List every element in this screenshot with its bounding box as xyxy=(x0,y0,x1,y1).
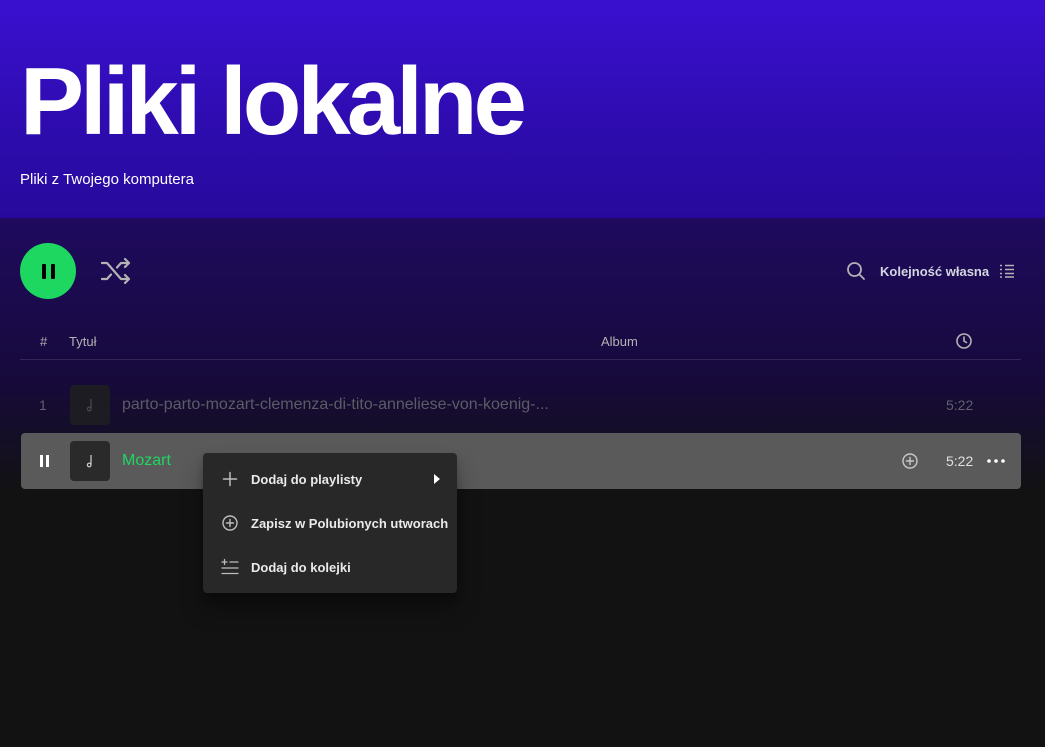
music-note-icon xyxy=(86,399,92,412)
search-button[interactable] xyxy=(845,260,867,282)
plus-icon xyxy=(222,471,238,487)
menu-item-add-to-playlist[interactable]: Dodaj do playlisty xyxy=(207,457,453,501)
track-title[interactable]: Mozart xyxy=(122,452,171,470)
track-row[interactable]: 1 parto-parto-mozart-clemenza-di-tito-an… xyxy=(21,377,1021,433)
sort-dropdown[interactable]: Kolejność własna xyxy=(880,262,1015,280)
track-row-selected[interactable]: Mozart 5:22 xyxy=(21,433,1021,489)
more-options-icon[interactable] xyxy=(986,452,1006,470)
add-to-queue-icon xyxy=(221,558,239,575)
music-note-icon xyxy=(86,455,92,468)
add-circle-icon xyxy=(222,515,238,531)
track-duration: 5:22 xyxy=(946,397,974,413)
list-icon xyxy=(1000,264,1015,278)
menu-item-save-to-liked[interactable]: Zapisz w Polubionych utworach xyxy=(207,501,453,545)
track-title[interactable]: parto-parto-mozart-clemenza-di-tito-anne… xyxy=(122,396,549,414)
column-number: # xyxy=(40,334,48,349)
tracklist-header: # Tytuł Album xyxy=(20,331,1021,360)
pause-button[interactable] xyxy=(20,243,76,299)
action-bar: Kolejność własna xyxy=(0,218,1045,318)
sort-label: Kolejność własna xyxy=(880,263,990,279)
column-title[interactable]: Tytuł xyxy=(69,334,96,349)
column-album[interactable]: Album xyxy=(601,334,638,349)
menu-item-label: Dodaj do kolejki xyxy=(251,559,351,575)
context-menu: Dodaj do playlisty Zapisz w Polubionych … xyxy=(203,453,457,593)
clock-icon[interactable] xyxy=(955,332,973,350)
add-circle-icon[interactable] xyxy=(901,452,919,470)
page-subtitle: Pliki z Twojego komputera xyxy=(20,171,194,188)
menu-item-add-to-queue[interactable]: Dodaj do kolejki xyxy=(207,545,453,589)
track-art xyxy=(70,385,110,425)
menu-item-label: Zapisz w Polubionych utworach xyxy=(251,515,449,531)
track-art xyxy=(70,441,110,481)
shuffle-button[interactable] xyxy=(99,256,133,286)
submenu-arrow-icon xyxy=(434,474,440,484)
search-icon xyxy=(847,262,865,280)
shuffle-icon xyxy=(100,257,131,285)
menu-item-label: Dodaj do playlisty xyxy=(251,471,363,487)
track-number: 1 xyxy=(39,397,47,413)
hero-header: Pliki lokalne Pliki z Twojego komputera xyxy=(0,0,1045,218)
page-title: Pliki lokalne xyxy=(20,48,527,155)
pause-icon xyxy=(41,263,55,279)
pause-icon[interactable] xyxy=(40,455,49,467)
track-duration: 5:22 xyxy=(946,453,974,469)
